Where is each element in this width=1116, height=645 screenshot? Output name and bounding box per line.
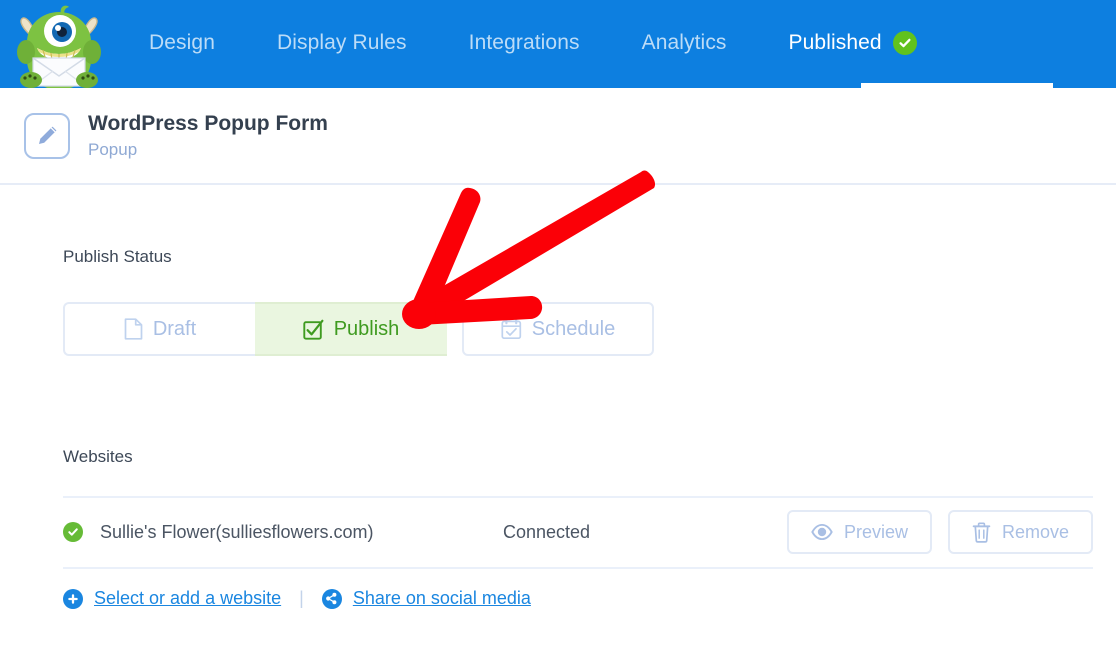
- websites-table-divider-bottom: [63, 567, 1093, 569]
- publish-status-option-draft[interactable]: Draft: [63, 302, 255, 356]
- calendar-check-icon: [501, 318, 522, 340]
- campaign-title-bar: WordPress Popup Form Popup: [0, 88, 1116, 184]
- preview-button[interactable]: Preview: [787, 510, 932, 554]
- share-circle-icon: [322, 589, 342, 609]
- select-or-add-website-link[interactable]: Select or add a website: [63, 588, 281, 609]
- tab-integrations[interactable]: Integrations: [438, 0, 611, 87]
- published-check-badge-icon: [893, 31, 917, 55]
- tab-design-label: Design: [149, 31, 215, 55]
- row-action-buttons: Preview Remove: [787, 510, 1093, 554]
- preview-button-label: Preview: [844, 522, 908, 543]
- remove-button[interactable]: Remove: [948, 510, 1093, 554]
- websites-action-links: Select or add a website | Share on socia…: [63, 588, 531, 609]
- tab-display-rules[interactable]: Display Rules: [246, 0, 438, 87]
- share-on-social-media-label: Share on social media: [353, 588, 531, 609]
- publish-status-option-publish-label: Publish: [334, 318, 400, 341]
- publish-status-option-draft-label: Draft: [153, 318, 196, 341]
- monster-logo-icon: [9, 4, 109, 88]
- share-on-social-media-link[interactable]: Share on social media: [322, 588, 531, 609]
- page-subtitle: Popup: [88, 139, 328, 161]
- app-root: Design Display Rules Integrations Analyt…: [0, 0, 1116, 645]
- tab-published[interactable]: Published: [758, 0, 953, 87]
- green-check-icon: [63, 522, 83, 542]
- tab-analytics-label: Analytics: [642, 31, 727, 55]
- tab-display-rules-label: Display Rules: [277, 31, 407, 55]
- page-title: WordPress Popup Form: [88, 111, 328, 137]
- website-connection-status: Connected: [503, 522, 590, 543]
- websites-label: Websites: [63, 447, 133, 467]
- nav-tabs: Design Display Rules Integrations Analyt…: [118, 0, 953, 88]
- top-navigation-bar: Design Display Rules Integrations Analyt…: [0, 0, 1116, 88]
- publish-status-label: Publish Status: [63, 247, 172, 267]
- trash-icon: [972, 522, 991, 543]
- document-icon: [124, 318, 143, 340]
- optinmonster-logo[interactable]: [0, 0, 118, 88]
- header-divider: [0, 183, 1116, 185]
- title-group: WordPress Popup Form Popup: [88, 111, 328, 161]
- table-row: Sullie's Flower(sulliesflowers.com) Conn…: [63, 497, 1093, 567]
- select-or-add-website-label: Select or add a website: [94, 588, 281, 609]
- remove-button-label: Remove: [1002, 522, 1069, 543]
- publish-status-option-publish[interactable]: Publish: [255, 302, 447, 356]
- publish-status-segmented-control: Draft Publish Schedule: [63, 302, 654, 356]
- tab-published-label: Published: [789, 31, 882, 55]
- link-separator: |: [299, 588, 304, 609]
- tab-design[interactable]: Design: [118, 0, 246, 87]
- eye-icon: [811, 524, 833, 540]
- plus-circle-icon: [63, 589, 83, 609]
- website-name: Sullie's Flower(sulliesflowers.com): [100, 522, 374, 543]
- tab-analytics[interactable]: Analytics: [611, 0, 758, 87]
- tab-integrations-label: Integrations: [469, 31, 580, 55]
- publish-status-option-schedule-label: Schedule: [532, 318, 615, 341]
- pencil-icon[interactable]: [24, 113, 70, 159]
- check-square-icon: [303, 319, 324, 340]
- publish-status-option-schedule[interactable]: Schedule: [462, 302, 654, 356]
